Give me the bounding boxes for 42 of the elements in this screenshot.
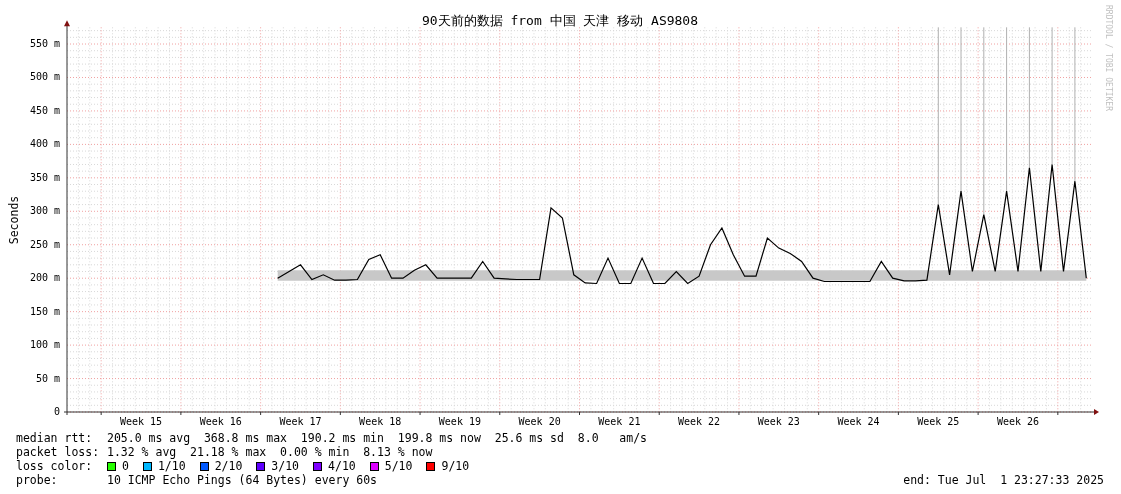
chart-title: 90天前的数据 from 中国 天津 移动 AS9808	[421, 13, 699, 28]
loss-color-label: 4/10	[328, 459, 356, 473]
x-tick-label: Week 21	[598, 416, 641, 427]
x-tick-label: Week 23	[757, 416, 800, 427]
x-tick-label: Week 22	[678, 416, 721, 427]
legend-label: loss color:	[16, 459, 94, 473]
credit-label: RRDTOOL / TOBI OETIKER	[1103, 5, 1113, 111]
x-tick-label: Week 24	[837, 416, 880, 427]
y-tick-label: 50 m	[35, 372, 60, 384]
y-tick-label: 300 m	[29, 205, 60, 217]
x-tick-label: Week 20	[518, 416, 561, 427]
x-tick-label: Week 17	[279, 416, 322, 427]
legend-label: packet loss:	[16, 445, 101, 459]
legend-label: probe:	[16, 473, 59, 487]
y-tick-label: 150 m	[29, 305, 60, 317]
y-tick-label: 400 m	[29, 138, 60, 150]
y-tick-label: 450 m	[29, 104, 60, 116]
x-tick-label: Week 19	[438, 416, 481, 427]
loss-color-label: 9/10	[441, 459, 470, 473]
x-tick-label: Week 25	[917, 416, 960, 427]
x-tick-label: Week 15	[119, 416, 163, 427]
y-tick-label: 550 m	[29, 38, 60, 50]
loss-color-label: 2/10	[214, 459, 243, 473]
loss-color-label: 0	[122, 459, 129, 473]
x-tick-label: Week 26	[996, 416, 1040, 427]
loss-color-label: 1/10	[157, 459, 186, 473]
legend-label: median rtt:	[16, 431, 94, 445]
x-tick-label: Week 16	[199, 416, 242, 427]
loss-color-label: 5/10	[384, 459, 413, 473]
legend-text: 205.0 ms avg 368.8 ms max 190.2 ms min 199.8 ms now 25.6 ms sd 8.0 am/s	[107, 431, 648, 445]
legend-text: 1.32 % avg 21.18 % max 0.00 % min 8.13 % now	[107, 445, 433, 459]
y-tick-label: 100 m	[29, 339, 60, 351]
x-tick-label: Week 18	[359, 416, 402, 427]
y-tick-label: 200 m	[29, 272, 60, 284]
y-axis-label: Seconds	[6, 195, 21, 245]
y-tick-label: 0	[53, 406, 60, 417]
legend-text: 10 ICMP Echo Pings (64 Bytes) every 60s	[107, 473, 378, 487]
y-tick-label: 250 m	[29, 238, 60, 250]
loss-color-label: 3/10	[271, 459, 300, 473]
end-time: end: Tue Jul 1 23:27:33 2025	[903, 473, 1104, 487]
y-tick-label: 500 m	[29, 71, 60, 83]
y-tick-label: 350 m	[29, 171, 60, 183]
